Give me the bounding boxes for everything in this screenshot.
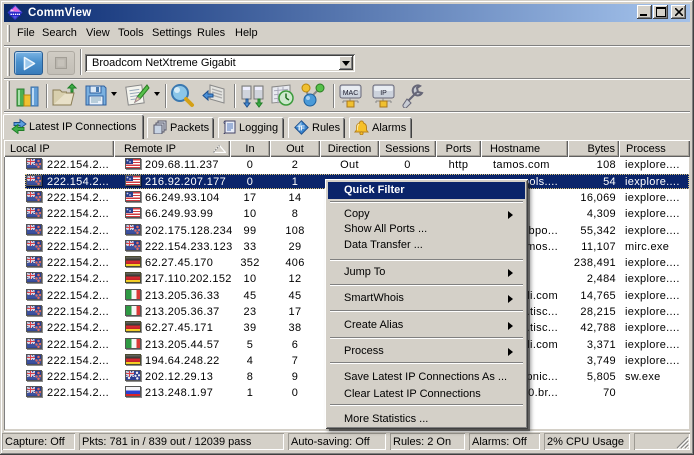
svg-text:MAC: MAC [343,90,359,97]
svg-text:IP: IP [380,90,387,97]
svg-text:IF: IF [298,123,305,132]
